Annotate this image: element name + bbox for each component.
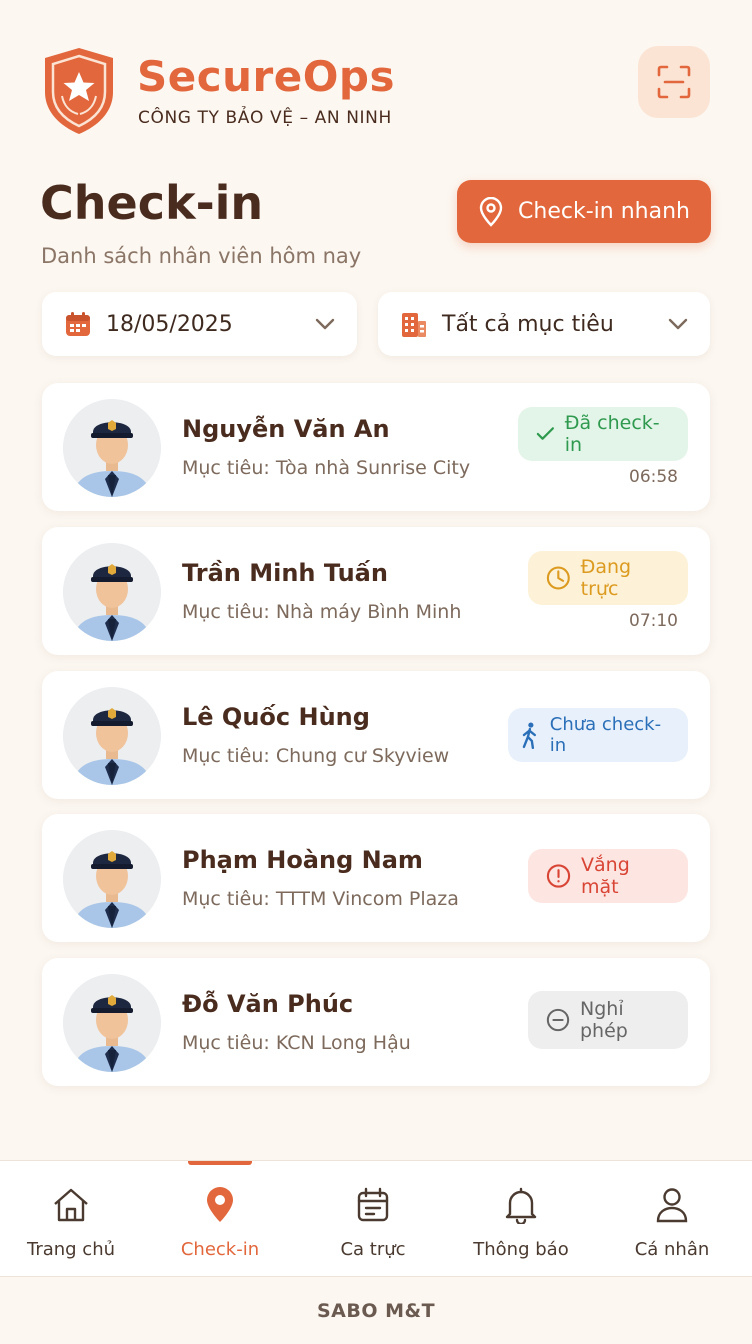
target-filter[interactable]: Tất cả mục tiêu [378, 292, 710, 356]
check-icon [536, 427, 554, 440]
employee-card[interactable]: Trần Minh Tuấn Mục tiêu: Nhà máy Bình Mi… [42, 527, 710, 655]
status-label: Đã check-in [564, 412, 660, 456]
status-badge: Đang trực [528, 551, 688, 605]
scan-button[interactable] [638, 46, 710, 118]
employee-name: Đỗ Văn Phúc [182, 990, 354, 1018]
minus-circle-icon [546, 1008, 570, 1032]
bell-icon [505, 1187, 537, 1224]
user-icon [656, 1188, 688, 1223]
employee-card[interactable]: Nguyễn Văn An Mục tiêu: Tòa nhà Sunrise … [42, 383, 710, 511]
bottom-nav: Trang chủ Check-in Ca trực Thông báo Cá … [0, 1160, 752, 1276]
date-filter-value: 18/05/2025 [106, 311, 233, 337]
nav-label: Check-in [180, 1239, 260, 1260]
nav-item-profile[interactable]: Cá nhân [597, 1161, 747, 1277]
avatar [63, 399, 161, 497]
nav-label: Thông báo [473, 1239, 569, 1260]
logo-shield-icon [42, 46, 116, 136]
location-pin-icon [207, 1187, 233, 1222]
checkin-time: 07:10 [629, 611, 678, 631]
nav-item-notifications[interactable]: Thông báo [446, 1161, 596, 1277]
avatar [63, 543, 161, 641]
quick-checkin-button[interactable]: Check-in nhanh [457, 180, 711, 243]
date-filter[interactable]: 18/05/2025 [42, 292, 357, 356]
employee-name: Trần Minh Tuấn [182, 559, 388, 587]
nav-item-checkin[interactable]: Check-in [145, 1161, 295, 1277]
employee-target: Mục tiêu: Tòa nhà Sunrise City [182, 457, 471, 479]
alert-circle-icon [546, 864, 571, 888]
employee-name: Lê Quốc Hùng [182, 703, 370, 731]
page-subtitle: Danh sách nhân viên hôm nay [41, 244, 362, 268]
employee-card[interactable]: Phạm Hoàng Nam Mục tiêu: TTTM Vincom Pla… [42, 814, 710, 942]
avatar [63, 974, 161, 1072]
employee-card[interactable]: Đỗ Văn Phúc Mục tiêu: KCN Long Hậu Nghỉ … [42, 958, 710, 1086]
building-icon [402, 313, 426, 337]
avatar [63, 830, 161, 928]
status-badge: Chưa check-in [508, 708, 688, 762]
chevron-down-icon [668, 318, 688, 330]
home-icon [54, 1188, 88, 1222]
status-label: Đang trực [580, 556, 632, 600]
chevron-down-icon [315, 318, 335, 330]
employee-target: Mục tiêu: KCN Long Hậu [182, 1032, 411, 1054]
avatar [63, 687, 161, 785]
nav-label: Ca trực [340, 1239, 406, 1260]
employee-target: Mục tiêu: Nhà máy Bình Minh [182, 601, 462, 623]
quick-checkin-label: Check-in nhanh [518, 199, 690, 224]
status-label: Nghỉ phép [580, 998, 628, 1042]
status-label: Vắng mặt [581, 854, 630, 898]
status-badge: Vắng mặt [528, 849, 688, 903]
employee-target: Mục tiêu: Chung cư Skyview [182, 745, 450, 767]
status-badge: Nghỉ phép [528, 991, 688, 1049]
nav-item-shifts[interactable]: Ca trực [298, 1161, 448, 1277]
employee-name: Phạm Hoàng Nam [182, 846, 423, 874]
clock-icon [546, 566, 570, 590]
calendar-icon [357, 1187, 389, 1222]
footer-brand: SABO M&T [0, 1276, 752, 1344]
checkin-time: 06:58 [629, 467, 678, 487]
employee-card[interactable]: Lê Quốc Hùng Mục tiêu: Chung cư Skyview … [42, 671, 710, 799]
employee-target: Mục tiêu: TTTM Vincom Plaza [182, 888, 459, 910]
nav-label: Trang chủ [26, 1239, 116, 1260]
walking-person-icon [522, 722, 537, 749]
target-filter-value: Tất cả mục tiêu [442, 311, 614, 337]
status-label: Chưa check-in [549, 714, 662, 756]
brand-subtitle: CÔNG TY BẢO VỆ – AN NINH [138, 108, 392, 128]
scan-icon [657, 65, 691, 99]
brand-name: SecureOps [137, 52, 395, 101]
nav-label: Cá nhân [634, 1239, 710, 1260]
status-badge: Đã check-in [518, 407, 688, 461]
location-pin-icon [479, 196, 503, 227]
employee-name: Nguyễn Văn An [182, 415, 390, 443]
calendar-icon [66, 312, 90, 336]
page-title: Check-in [40, 176, 264, 230]
nav-item-home[interactable]: Trang chủ [0, 1161, 146, 1277]
